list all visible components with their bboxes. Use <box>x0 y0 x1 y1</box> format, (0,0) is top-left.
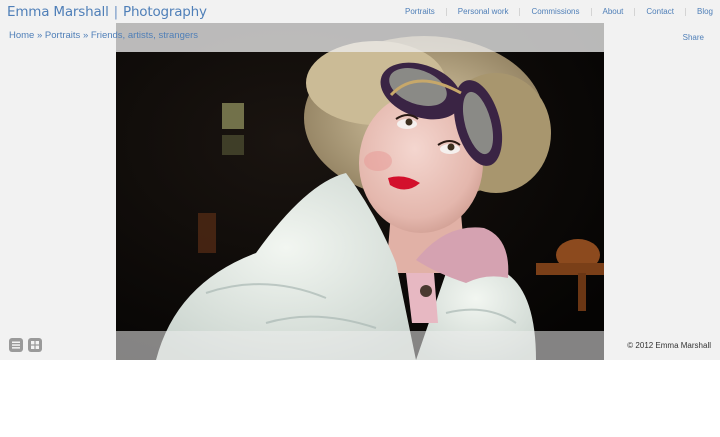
nav-divider <box>445 7 447 16</box>
breadcrumb-home[interactable]: Home <box>9 30 34 41</box>
copyright-text: © 2012 Emma Marshall <box>627 341 711 350</box>
breadcrumb: Home » Portraits » Friends, artists, str… <box>9 30 198 41</box>
site-logo[interactable]: Emma Marshall | Photography <box>7 4 207 20</box>
nav-divider <box>684 7 686 16</box>
nav-blog[interactable]: Blog <box>697 7 713 16</box>
nav-portraits[interactable]: Portraits <box>405 7 435 16</box>
grid-view-button[interactable] <box>28 338 42 352</box>
nav-contact[interactable]: Contact <box>646 7 674 16</box>
portrait-image <box>116 23 604 360</box>
list-view-button[interactable] <box>9 338 23 352</box>
main-nav: Portraits Personal work Commissions Abou… <box>405 7 713 16</box>
site-frame: Emma Marshall | Photography Portraits Pers… <box>0 0 720 360</box>
nav-about[interactable]: About <box>603 7 624 16</box>
breadcrumb-portraits[interactable]: Portraits <box>45 30 80 41</box>
list-icon <box>12 341 20 349</box>
grid-icon <box>31 341 39 349</box>
nav-divider <box>590 7 592 16</box>
nav-divider <box>519 7 521 16</box>
nav-commissions[interactable]: Commissions <box>531 7 579 16</box>
brand-name: Emma Marshall <box>7 4 109 20</box>
share-button[interactable]: Share <box>683 33 704 42</box>
nav-personal-work[interactable]: Personal work <box>458 7 509 16</box>
gallery-photo[interactable] <box>116 23 604 360</box>
breadcrumb-separator: » <box>82 30 89 41</box>
brand-tagline: Photography <box>123 4 207 20</box>
breadcrumb-separator: » <box>36 30 43 41</box>
brand-separator: | <box>113 4 119 20</box>
breadcrumb-current: Friends, artists, strangers <box>90 30 199 41</box>
photo-bottom-overlay <box>116 331 604 360</box>
nav-divider <box>634 7 636 16</box>
